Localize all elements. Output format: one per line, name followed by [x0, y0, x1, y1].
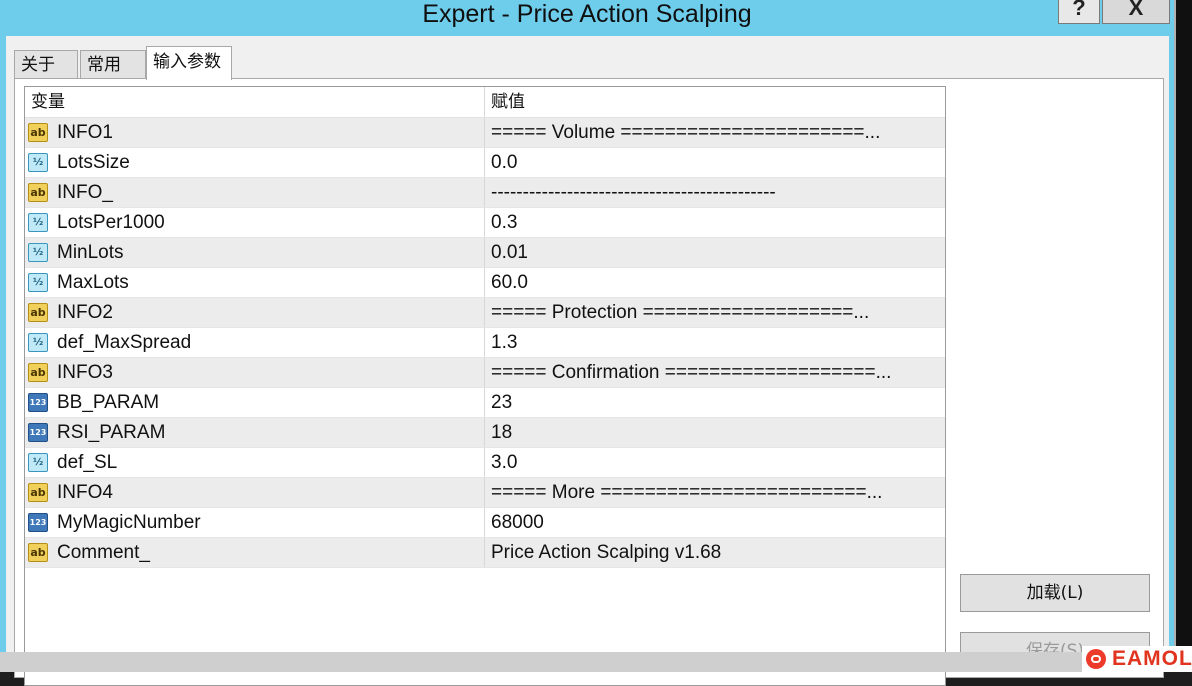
table-row[interactable]: ½ LotsPer1000 0.3	[25, 208, 945, 238]
variable-cell: 123 RSI_PARAM	[25, 418, 485, 447]
variable-cell: ½ def_SL	[25, 448, 485, 477]
value-cell[interactable]: ===== Protection ===================...	[491, 298, 941, 327]
value-cell[interactable]: 3.0	[491, 448, 941, 477]
table-row[interactable]: ab Comment_ Price Action Scalping v1.68	[25, 538, 945, 568]
column-header-variable[interactable]: 变量	[25, 87, 485, 117]
variable-name: INFO4	[57, 482, 113, 503]
string-icon: ab	[28, 543, 48, 562]
value-cell[interactable]: 0.01	[491, 238, 941, 267]
variable-cell: ab Comment_	[25, 538, 485, 567]
eamol-logo-icon	[1086, 649, 1106, 669]
string-icon: ab	[28, 303, 48, 322]
watermark-text: EAMOL	[1112, 647, 1192, 670]
value-cell[interactable]: ===== Volume ======================...	[491, 118, 941, 147]
variable-cell: 123 BB_PARAM	[25, 388, 485, 417]
string-icon: ab	[28, 123, 48, 142]
value-cell[interactable]: 18	[491, 418, 941, 447]
value-cell[interactable]: ===== Confirmation ===================..…	[491, 358, 941, 387]
table-row[interactable]: ½ LotsSize 0.0	[25, 148, 945, 178]
value-cell[interactable]: Price Action Scalping v1.68	[491, 538, 941, 567]
expert-properties-window: Expert - Price Action Scalping ? X 关于 常用…	[0, 0, 1175, 686]
double-icon: ½	[28, 453, 48, 472]
table-row[interactable]: ½ MinLots 0.01	[25, 238, 945, 268]
table-row[interactable]: ½ def_SL 3.0	[25, 448, 945, 478]
variable-name: Comment_	[57, 542, 150, 563]
table-row[interactable]: ab INFO2 ===== Protection ================…	[25, 298, 945, 328]
variable-name: LotsPer1000	[57, 212, 165, 233]
table-row[interactable]: ½ MaxLots 60.0	[25, 268, 945, 298]
taskbar-strip	[0, 652, 1192, 672]
variable-name: RSI_PARAM	[57, 422, 166, 443]
table-row[interactable]: ab INFO1 ===== Volume ====================…	[25, 118, 945, 148]
watermark: EAMOL	[1082, 646, 1192, 672]
double-icon: ½	[28, 333, 48, 352]
variable-name: MaxLots	[57, 272, 129, 293]
value-cell[interactable]: 0.0	[491, 148, 941, 177]
integer-icon: 123	[28, 513, 48, 532]
variable-name: INFO1	[57, 122, 113, 143]
variable-name: INFO3	[57, 362, 113, 383]
variable-cell: ab INFO_	[25, 178, 485, 207]
variable-name: BB_PARAM	[57, 392, 160, 413]
variable-cell: ½ def_MaxSpread	[25, 328, 485, 357]
help-button[interactable]: ?	[1058, 0, 1100, 24]
variable-name: INFO2	[57, 302, 113, 323]
tab-about[interactable]: 关于	[14, 50, 78, 78]
table-row[interactable]: ab INFO_ ---------------------------------…	[25, 178, 945, 208]
value-cell[interactable]: ----------------------------------------…	[491, 178, 941, 207]
value-cell[interactable]: 60.0	[491, 268, 941, 297]
integer-icon: 123	[28, 393, 48, 412]
table-row[interactable]: 123 MyMagicNumber 68000	[25, 508, 945, 538]
string-icon: ab	[28, 483, 48, 502]
double-icon: ½	[28, 153, 48, 172]
variable-cell: ab INFO2	[25, 298, 485, 327]
string-icon: ab	[28, 183, 48, 202]
table-row[interactable]: 123 RSI_PARAM 18	[25, 418, 945, 448]
tab-common[interactable]: 常用	[80, 50, 146, 78]
close-button[interactable]: X	[1102, 0, 1170, 24]
variable-cell: ½ LotsPer1000	[25, 208, 485, 237]
table-row[interactable]: ½ def_MaxSpread 1.3	[25, 328, 945, 358]
value-cell[interactable]: 0.3	[491, 208, 941, 237]
string-icon: ab	[28, 363, 48, 382]
variable-name: INFO_	[57, 182, 113, 203]
variable-cell: ab INFO3	[25, 358, 485, 387]
variable-cell: 123 MyMagicNumber	[25, 508, 485, 537]
variable-name: MyMagicNumber	[57, 512, 201, 533]
variable-name: LotsSize	[57, 152, 130, 173]
window-title: Expert - Price Action Scalping	[422, 0, 752, 28]
variable-cell: ab INFO1	[25, 118, 485, 147]
background-window-edge	[1174, 0, 1192, 672]
load-button[interactable]: 加载(L)	[960, 574, 1150, 612]
dialog-body: 关于 常用 输入参数 变量 赋值 ab INFO1 ===== Volume ===…	[6, 36, 1169, 686]
tab-inputs[interactable]: 输入参数	[146, 46, 232, 80]
variable-name: MinLots	[57, 242, 124, 263]
column-header-value[interactable]: 赋值	[485, 87, 945, 117]
double-icon: ½	[28, 273, 48, 292]
double-icon: ½	[28, 213, 48, 232]
title-bar[interactable]: Expert - Price Action Scalping ? X	[0, 0, 1174, 36]
variable-cell: ½ MinLots	[25, 238, 485, 267]
table-row[interactable]: ab INFO3 ===== Confirmation ==============…	[25, 358, 945, 388]
variable-name: def_SL	[57, 452, 118, 473]
table-row[interactable]: 123 BB_PARAM 23	[25, 388, 945, 418]
parameters-table: 变量 赋值 ab INFO1 ===== Volume ==============…	[24, 86, 946, 686]
value-cell[interactable]: 23	[491, 388, 941, 417]
table-header: 变量 赋值	[25, 87, 945, 118]
variable-cell: ½ MaxLots	[25, 268, 485, 297]
integer-icon: 123	[28, 423, 48, 442]
variable-cell: ab INFO4	[25, 478, 485, 507]
table-row[interactable]: ab INFO4 ===== More ======================…	[25, 478, 945, 508]
value-cell[interactable]: 68000	[491, 508, 941, 537]
variable-name: def_MaxSpread	[57, 332, 192, 353]
value-cell[interactable]: 1.3	[491, 328, 941, 357]
double-icon: ½	[28, 243, 48, 262]
variable-cell: ½ LotsSize	[25, 148, 485, 177]
value-cell[interactable]: ===== More ========================...	[491, 478, 941, 507]
